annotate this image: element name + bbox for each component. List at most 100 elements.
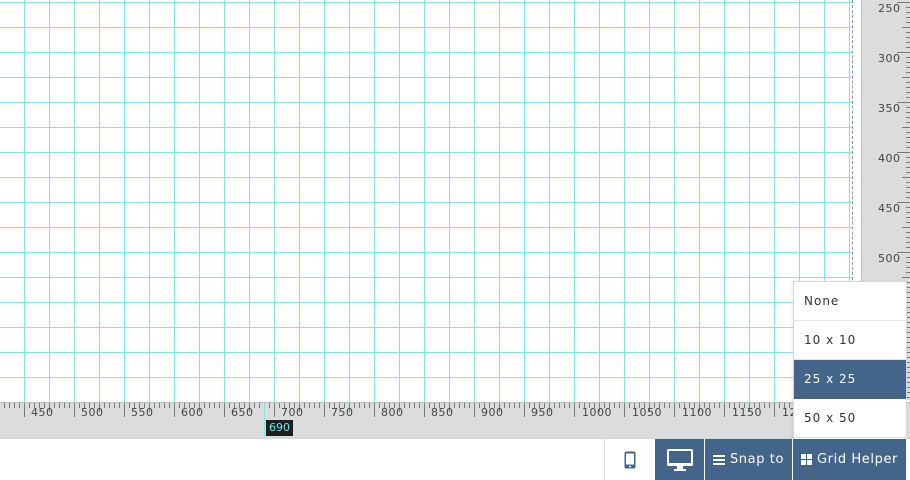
ruler-tick — [906, 7, 910, 8]
ruler-tick — [906, 92, 910, 93]
ruler-tick — [9, 403, 10, 408]
ruler-tick — [404, 403, 405, 408]
cursor-position-marker — [264, 403, 265, 437]
ruler-tick — [906, 47, 910, 48]
ruler-tick — [906, 107, 910, 108]
ruler-tick — [769, 403, 770, 408]
ruler-tick — [906, 242, 910, 243]
ruler-tick — [906, 112, 910, 113]
ruler-tick — [906, 42, 910, 43]
ruler-label: 700 — [281, 406, 304, 419]
ruler-tick — [114, 403, 115, 408]
ruler-tick — [519, 403, 520, 408]
ruler-tick — [204, 403, 205, 408]
ruler-tick — [906, 97, 910, 98]
ruler-tick — [159, 403, 160, 408]
ruler-tick — [354, 403, 355, 408]
ruler-tick — [169, 403, 170, 408]
ruler-tick — [719, 403, 720, 408]
ruler-tick — [414, 403, 415, 408]
ruler-label: 1100 — [682, 406, 712, 419]
snap-to-button[interactable]: Snap to — [704, 439, 792, 480]
vertical-guide-line — [852, 0, 853, 290]
ruler-tick — [902, 27, 910, 28]
desktop-view-button[interactable] — [654, 439, 704, 480]
grid-option-10x10[interactable]: 10 x 10 — [794, 321, 906, 360]
ruler-tick — [469, 403, 470, 408]
mobile-view-button[interactable] — [604, 439, 654, 480]
ruler-tick — [679, 403, 680, 408]
ruler-tick — [906, 37, 910, 38]
ruler-label: 450 — [878, 202, 901, 215]
ruler-tick — [424, 403, 425, 417]
ruler-tick — [74, 403, 75, 417]
ruler-label: 650 — [231, 406, 254, 419]
ruler-tick — [274, 403, 275, 417]
ruler-tick — [619, 403, 620, 408]
ruler-tick — [906, 12, 910, 13]
ruler-label: 450 — [31, 406, 54, 419]
ruler-tick — [524, 403, 525, 417]
ruler-tick — [254, 403, 255, 408]
ruler-tick — [279, 403, 280, 408]
ruler-tick — [554, 403, 555, 408]
ruler-tick — [369, 403, 370, 408]
ruler-tick — [906, 237, 910, 238]
ruler-tick — [906, 157, 910, 158]
ruler-label: 600 — [181, 406, 204, 419]
ruler-label: 1050 — [632, 406, 662, 419]
bottom-toolbar: Snap to Grid Helper — [0, 438, 910, 480]
ruler-tick — [574, 403, 575, 417]
ruler-tick — [906, 147, 910, 148]
grid-canvas[interactable] — [0, 0, 853, 402]
ruler-tick — [209, 403, 210, 408]
ruler-tick — [224, 403, 225, 417]
ruler-tick — [174, 403, 175, 417]
ruler-tick — [906, 57, 910, 58]
ruler-tick — [59, 403, 60, 408]
ruler-tick — [902, 177, 910, 178]
ruler-label: 850 — [431, 406, 454, 419]
ruler-tick — [359, 403, 360, 408]
mobile-phone-icon — [624, 451, 635, 468]
ruler-tick — [906, 257, 910, 258]
ruler-tick — [309, 403, 310, 408]
ruler-tick — [54, 403, 55, 408]
grid-helper-label: Grid Helper — [817, 452, 898, 467]
ruler-tick — [329, 403, 330, 408]
ruler-tick — [906, 17, 910, 18]
grid-size-menu: None 10 x 10 25 x 25 50 x 50 — [793, 281, 907, 439]
ruler-tick — [164, 403, 165, 408]
ruler-tick — [104, 403, 105, 408]
grid-option-50x50[interactable]: 50 x 50 — [794, 399, 906, 438]
ruler-tick — [509, 403, 510, 408]
ruler-tick — [906, 22, 910, 23]
ruler-tick — [119, 403, 120, 408]
ruler-tick — [559, 403, 560, 408]
ruler-label: 950 — [531, 406, 554, 419]
ruler-label: 500 — [878, 252, 901, 265]
ruler-tick — [902, 227, 910, 228]
ruler-tick — [906, 172, 910, 173]
ruler-tick — [774, 403, 775, 417]
ruler-tick — [304, 403, 305, 408]
ruler-tick — [906, 82, 910, 83]
ruler-tick — [429, 403, 430, 408]
ruler-tick — [906, 162, 910, 163]
ruler-tick — [569, 403, 570, 408]
ruler-tick — [579, 403, 580, 408]
grid-option-25x25[interactable]: 25 x 25 — [794, 360, 906, 399]
snap-to-label: Snap to — [729, 452, 785, 467]
ruler-tick — [219, 403, 220, 408]
ruler-tick — [314, 403, 315, 408]
ruler-tick — [24, 403, 25, 417]
ruler-tick — [714, 403, 715, 408]
grid-option-none[interactable]: None — [794, 282, 906, 321]
horizontal-ruler[interactable]: 450 500 550 600 650 700 750 800 850 900 … — [0, 402, 910, 439]
grid-helper-button[interactable]: Grid Helper — [792, 439, 906, 480]
ruler-tick — [69, 403, 70, 408]
ruler-tick — [29, 403, 30, 408]
ruler-tick — [729, 403, 730, 408]
desktop-monitor-icon — [666, 448, 693, 471]
ruler-tick — [124, 403, 125, 417]
